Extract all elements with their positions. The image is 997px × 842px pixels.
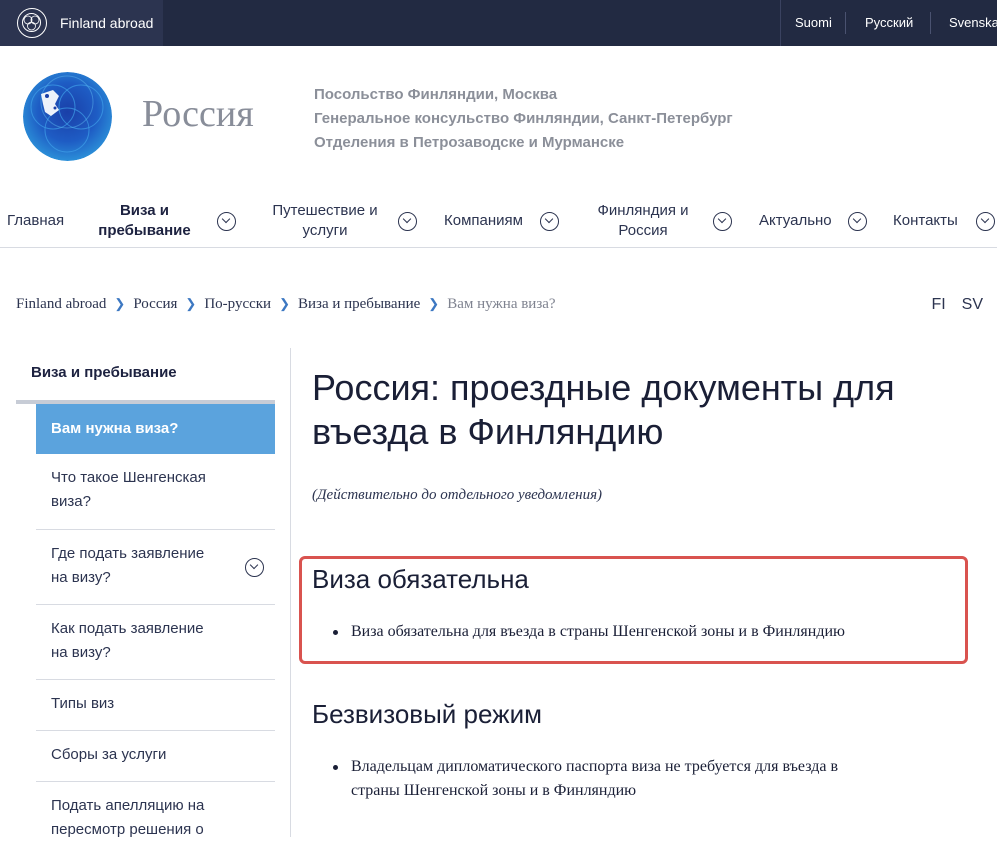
finland-abroad-link[interactable]: Finland abroad [0,0,163,46]
section-heading-visa-required: Виза обязательна [312,564,529,594]
chevron-down-icon[interactable] [217,212,236,231]
sidebar-item-how-to-apply[interactable]: Как подать заявление на визу? [36,605,275,680]
breadcrumb-current: Вам нужна виза? [447,296,556,312]
sidebar-item-label: Вам нужна виза? [51,420,179,437]
mission-consulate-stpetersburg[interactable]: Генеральное консульство Финляндии, Санкт… [314,107,733,131]
bullet-icon [333,630,338,635]
nav-item-label: Главная [7,212,65,229]
chevron-right-icon: ❯ [114,296,126,311]
section-heading-visa-free: Безвизовый режим [312,699,542,729]
sidebar-item-where-to-apply[interactable]: Где подать заявление на визу? [36,530,275,605]
sidebar-item-schengen-visa[interactable]: Что такое Шенгенская виза? [36,454,275,530]
chevron-right-icon: ❯ [428,296,440,311]
sidebar-item-label: Типы виз [51,695,115,712]
nav-item-companies[interactable]: Компаниям [435,197,565,245]
lang-russian-link[interactable]: Русский [865,15,913,30]
sidebar-item-visa-types[interactable]: Типы виз [36,680,275,731]
finland-abroad-title: Finland abroad [60,15,154,31]
nav-item-finland-russia[interactable]: Финляндия и Россия [580,197,740,245]
topbar-divider [780,0,781,46]
chevron-down-icon[interactable] [245,558,264,577]
chevron-down-icon[interactable] [976,212,995,231]
nav-item-label: Путешествие и услуги [272,202,378,239]
sidebar-item-label: Как подать заявление на визу? [51,620,204,661]
page-title: Россия: проездные документы для въезда в … [312,367,895,452]
mission-embassy-moscow[interactable]: Посольство Финляндии, Москва [314,83,733,107]
nav-item-contacts[interactable]: Контакты [885,197,997,245]
sidebar-item-need-visa[interactable]: Вам нужна виза? [36,404,275,454]
site-name[interactable]: Россия [142,92,254,136]
lang-svenska-link[interactable]: Svenska [949,15,997,30]
finland-abroad-logo-icon [17,8,47,38]
sidebar-item-label: Подать апелляцию на пересмотр решения о [51,797,205,838]
lang-separator [845,12,846,34]
chevron-down-icon[interactable] [540,212,559,231]
chevron-right-icon: ❯ [185,296,197,311]
chevron-right-icon: ❯ [279,296,290,311]
nav-item-label: Контакты [893,212,958,229]
bullet-icon [333,765,338,770]
sidebar-vertical-divider [290,348,291,837]
nav-item-news[interactable]: Актуально [750,197,875,245]
lang-suomi-link[interactable]: Suomi [795,15,832,30]
nav-item-label: Виза и пребывание [98,202,191,239]
sidebar-item-label: Что такое Шенгенская виза? [51,469,206,510]
breadcrumb: Finland abroad ❯ Россия ❯ По-русски ❯ Виза и п… [16,296,556,313]
mission-list: Посольство Финляндии, Москва Генеральное… [314,83,733,155]
chevron-down-icon[interactable] [713,212,732,231]
nav-item-home[interactable]: Главная [0,197,80,245]
top-bar: Finland abroad Suomi Русский Svenska [0,0,997,46]
finland-coat-of-arms-emblem[interactable] [23,72,112,161]
nav-item-label: Компаниям [444,212,523,229]
mission-offices-petrozavodsk-murmansk[interactable]: Отделения в Петрозаводске и Мурманске [314,131,733,155]
breadcrumb-link[interactable]: Россия [133,296,177,313]
sidebar-menu: Вам нужна виза? Что такое Шенгенская виза… [36,404,275,842]
nav-item-visa[interactable]: Виза и пребывание [86,197,241,245]
breadcrumb-link[interactable]: По-русски [204,296,271,313]
chevron-down-icon[interactable] [398,212,417,231]
nav-item-travel[interactable]: Путешествие и услуги [255,197,425,245]
list-item: Виза обязательна для въезда в страны Шен… [333,620,971,644]
breadcrumb-link[interactable]: Виза и пребывание [298,296,420,313]
list-item: Владельцам дипломатического паспорта виз… [333,755,971,803]
page-lang-sv-link[interactable]: SV [962,296,983,313]
lang-separator [930,12,931,34]
page-lang-fi-link[interactable]: FI [931,296,945,313]
sidebar-title[interactable]: Виза и пребывание [31,364,177,381]
validity-note: (Действительно до отдельного уведомления… [312,487,603,503]
nav-item-label: Финляндия и Россия [597,202,689,239]
page-language-switch: FI SV [915,296,983,314]
sidebar-item-label: Где подать заявление на визу? [51,545,205,586]
nav-item-label: Актуально [759,212,832,229]
breadcrumb-link[interactable]: Finland abroad [16,296,106,313]
sidebar-item-appeal[interactable]: Подать апелляцию на пересмотр решения о [36,782,275,842]
sidebar-item-label: Сборы за услуги [51,746,167,763]
main-navigation: Главная Виза и пребывание Путешествие и ус… [0,197,997,248]
sidebar-item-service-fees[interactable]: Сборы за услуги [36,731,275,782]
chevron-down-icon[interactable] [848,212,867,231]
